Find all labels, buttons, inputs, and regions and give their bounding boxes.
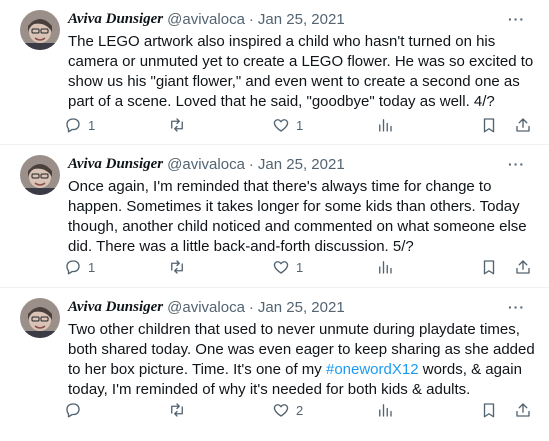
share-button[interactable] <box>514 256 532 278</box>
share-icon <box>516 118 530 132</box>
retweet-button[interactable] <box>168 114 192 136</box>
share-button[interactable] <box>514 114 532 136</box>
tweet-text: Two other children that used to never un… <box>68 320 544 400</box>
views-button[interactable] <box>376 114 400 136</box>
tweet-actions: 1 1 <box>60 256 540 278</box>
author-handle[interactable]: @avivaloca <box>167 156 245 173</box>
reply-icon <box>66 260 80 275</box>
avatar[interactable] <box>20 298 60 338</box>
avatar-image <box>20 155 60 195</box>
views-icon <box>379 404 392 417</box>
views-button[interactable] <box>376 399 400 421</box>
views-icon <box>379 261 392 274</box>
reply-button[interactable]: 1 <box>64 114 95 136</box>
retweet-icon <box>171 403 183 417</box>
reply-count: 1 <box>88 117 96 133</box>
tweet-date[interactable]: Jan 25, 2021 <box>258 156 345 173</box>
like-button[interactable]: 1 <box>272 114 303 136</box>
tweet-header: Aviva Dunsiger @avivaloca · Jan 25, 2021… <box>68 154 539 174</box>
heart-icon <box>273 119 289 132</box>
tweet-actions: 1 1 <box>60 114 540 136</box>
bookmark-button[interactable] <box>480 256 498 278</box>
like-count: 1 <box>296 117 304 133</box>
heart-icon <box>273 261 289 274</box>
share-icon <box>516 403 530 417</box>
like-count: 2 <box>296 402 304 418</box>
separator-dot: · <box>248 298 254 316</box>
reply-icon <box>66 403 80 418</box>
author-name[interactable]: Aviva Dunsiger <box>68 299 163 316</box>
tweet-text-body: Once again, I'm reminded that there's al… <box>68 178 527 255</box>
more-icon[interactable]: ··· <box>508 299 525 315</box>
tweet-date[interactable]: Jan 25, 2021 <box>258 11 345 28</box>
tweet-text-body: The LEGO artwork also inspired a child w… <box>68 33 534 110</box>
views-button[interactable] <box>376 256 400 278</box>
more-icon[interactable]: ··· <box>508 156 525 172</box>
bookmark-icon <box>483 118 495 133</box>
author-handle[interactable]: @avivaloca <box>167 11 245 28</box>
author-handle[interactable]: @avivaloca <box>167 299 245 316</box>
tweet-header: Aviva Dunsiger @avivaloca · Jan 25, 2021… <box>68 297 539 317</box>
views-icon <box>379 119 392 132</box>
retweet-button[interactable] <box>168 256 192 278</box>
like-count: 1 <box>296 259 304 275</box>
separator-dot: · <box>248 155 254 173</box>
retweet-button[interactable] <box>168 399 192 421</box>
separator-dot: · <box>248 10 254 28</box>
tweet-text: Once again, I'm reminded that there's al… <box>68 177 544 257</box>
tweet-actions: 2 <box>60 399 540 421</box>
tweet[interactable]: Aviva Dunsiger @avivaloca · Jan 25, 2021… <box>0 288 549 441</box>
reply-button[interactable] <box>64 399 88 421</box>
share-button[interactable] <box>514 399 532 421</box>
bookmark-icon <box>483 260 495 275</box>
reply-icon <box>66 118 80 133</box>
share-icon <box>516 260 530 274</box>
bookmark-button[interactable] <box>480 399 498 421</box>
avatar-image <box>20 298 60 338</box>
author-name[interactable]: Aviva Dunsiger <box>68 11 163 28</box>
heart-icon <box>273 404 289 417</box>
tweet-text: The LEGO artwork also inspired a child w… <box>68 32 544 112</box>
avatar[interactable] <box>20 155 60 195</box>
tweet[interactable]: Aviva Dunsiger @avivaloca · Jan 25, 2021… <box>0 145 549 288</box>
tweet-header: Aviva Dunsiger @avivaloca · Jan 25, 2021… <box>68 9 539 29</box>
avatar-image <box>20 10 60 50</box>
retweet-icon <box>171 118 183 132</box>
hashtag-link[interactable]: #onewordX12 <box>326 361 419 378</box>
retweet-icon <box>171 260 183 274</box>
tweet-date[interactable]: Jan 25, 2021 <box>258 299 345 316</box>
reply-count: 1 <box>88 259 96 275</box>
bookmark-button[interactable] <box>480 114 498 136</box>
like-button[interactable]: 1 <box>272 256 303 278</box>
reply-button[interactable]: 1 <box>64 256 95 278</box>
bookmark-icon <box>483 403 495 418</box>
author-name[interactable]: Aviva Dunsiger <box>68 156 163 173</box>
more-icon[interactable]: ··· <box>508 11 525 27</box>
tweet[interactable]: Aviva Dunsiger @avivaloca · Jan 25, 2021… <box>0 0 549 145</box>
avatar[interactable] <box>20 10 60 50</box>
like-button[interactable]: 2 <box>272 399 303 421</box>
